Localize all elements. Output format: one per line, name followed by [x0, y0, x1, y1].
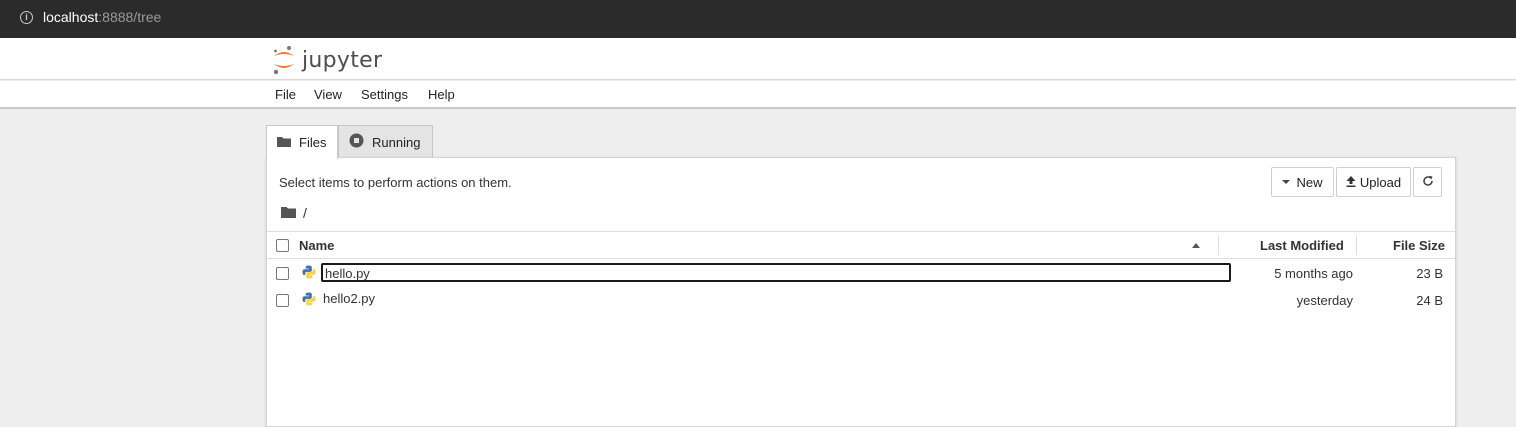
breadcrumb-root[interactable]: / — [303, 205, 307, 221]
python-file-icon — [302, 265, 316, 284]
file-size: 24 B — [1416, 293, 1443, 308]
file-name-link[interactable]: hello2.py — [321, 290, 1231, 309]
table-row[interactable]: hello.py 5 months ago 23 B — [267, 259, 1455, 286]
tab-running[interactable]: Running — [338, 125, 433, 158]
file-browser-panel: Select items to perform actions on them.… — [266, 157, 1456, 427]
new-button[interactable]: New — [1271, 167, 1334, 197]
table-header: Name Last Modified File Size — [267, 231, 1455, 259]
stop-circle-icon — [349, 133, 364, 151]
upload-button[interactable]: Upload — [1336, 167, 1411, 197]
menu-file[interactable]: File — [275, 87, 296, 102]
menu-help[interactable]: Help — [428, 87, 455, 102]
jupyter-header: jupyter — [0, 38, 1516, 80]
column-divider[interactable] — [1356, 235, 1357, 255]
file-modified: 5 months ago — [1274, 266, 1353, 281]
new-button-label: New — [1296, 174, 1323, 190]
sort-ascending-icon — [1192, 243, 1200, 248]
url-host: localhost — [43, 9, 99, 25]
file-modified: yesterday — [1296, 293, 1353, 308]
jupyter-wordmark: jupyter — [302, 47, 383, 73]
refresh-icon — [1422, 175, 1434, 190]
column-modified-header[interactable]: Last Modified — [1260, 238, 1344, 253]
breadcrumb: / — [281, 205, 307, 221]
row-checkbox[interactable] — [276, 294, 289, 307]
column-name-header[interactable]: Name — [299, 238, 334, 253]
upload-button-label: Upload — [1359, 174, 1402, 190]
column-size-header[interactable]: File Size — [1393, 238, 1445, 253]
upload-icon — [1346, 175, 1356, 190]
menu-view[interactable]: View — [314, 87, 342, 102]
tab-files[interactable]: Files — [266, 125, 338, 159]
breadcrumb-folder-icon[interactable] — [281, 205, 296, 221]
url-text[interactable]: localhost:8888/tree — [43, 9, 161, 25]
file-size: 23 B — [1416, 266, 1443, 281]
file-name-link[interactable]: hello.py — [321, 263, 1231, 282]
table-row[interactable]: hello2.py yesterday 24 B — [267, 286, 1455, 313]
browser-toolbar: i localhost:8888/tree — [0, 0, 1516, 38]
folder-icon — [277, 135, 291, 150]
selection-hint: Select items to perform actions on them. — [279, 175, 512, 190]
refresh-button[interactable] — [1413, 167, 1442, 197]
column-divider[interactable] — [1218, 235, 1219, 255]
info-icon[interactable]: i — [20, 11, 33, 24]
python-file-icon — [302, 292, 316, 311]
menu-bar: File View Settings Help — [0, 81, 1516, 109]
tab-files-label: Files — [299, 135, 327, 150]
jupyter-logo[interactable]: jupyter — [272, 45, 382, 75]
jupyter-logo-icon — [273, 46, 294, 75]
row-checkbox[interactable] — [276, 267, 289, 280]
url-path: :8888/tree — [98, 9, 162, 25]
caret-down-icon — [1282, 180, 1291, 184]
tab-running-label: Running — [372, 134, 421, 150]
select-all-checkbox[interactable] — [276, 239, 289, 252]
menu-settings[interactable]: Settings — [361, 87, 408, 102]
